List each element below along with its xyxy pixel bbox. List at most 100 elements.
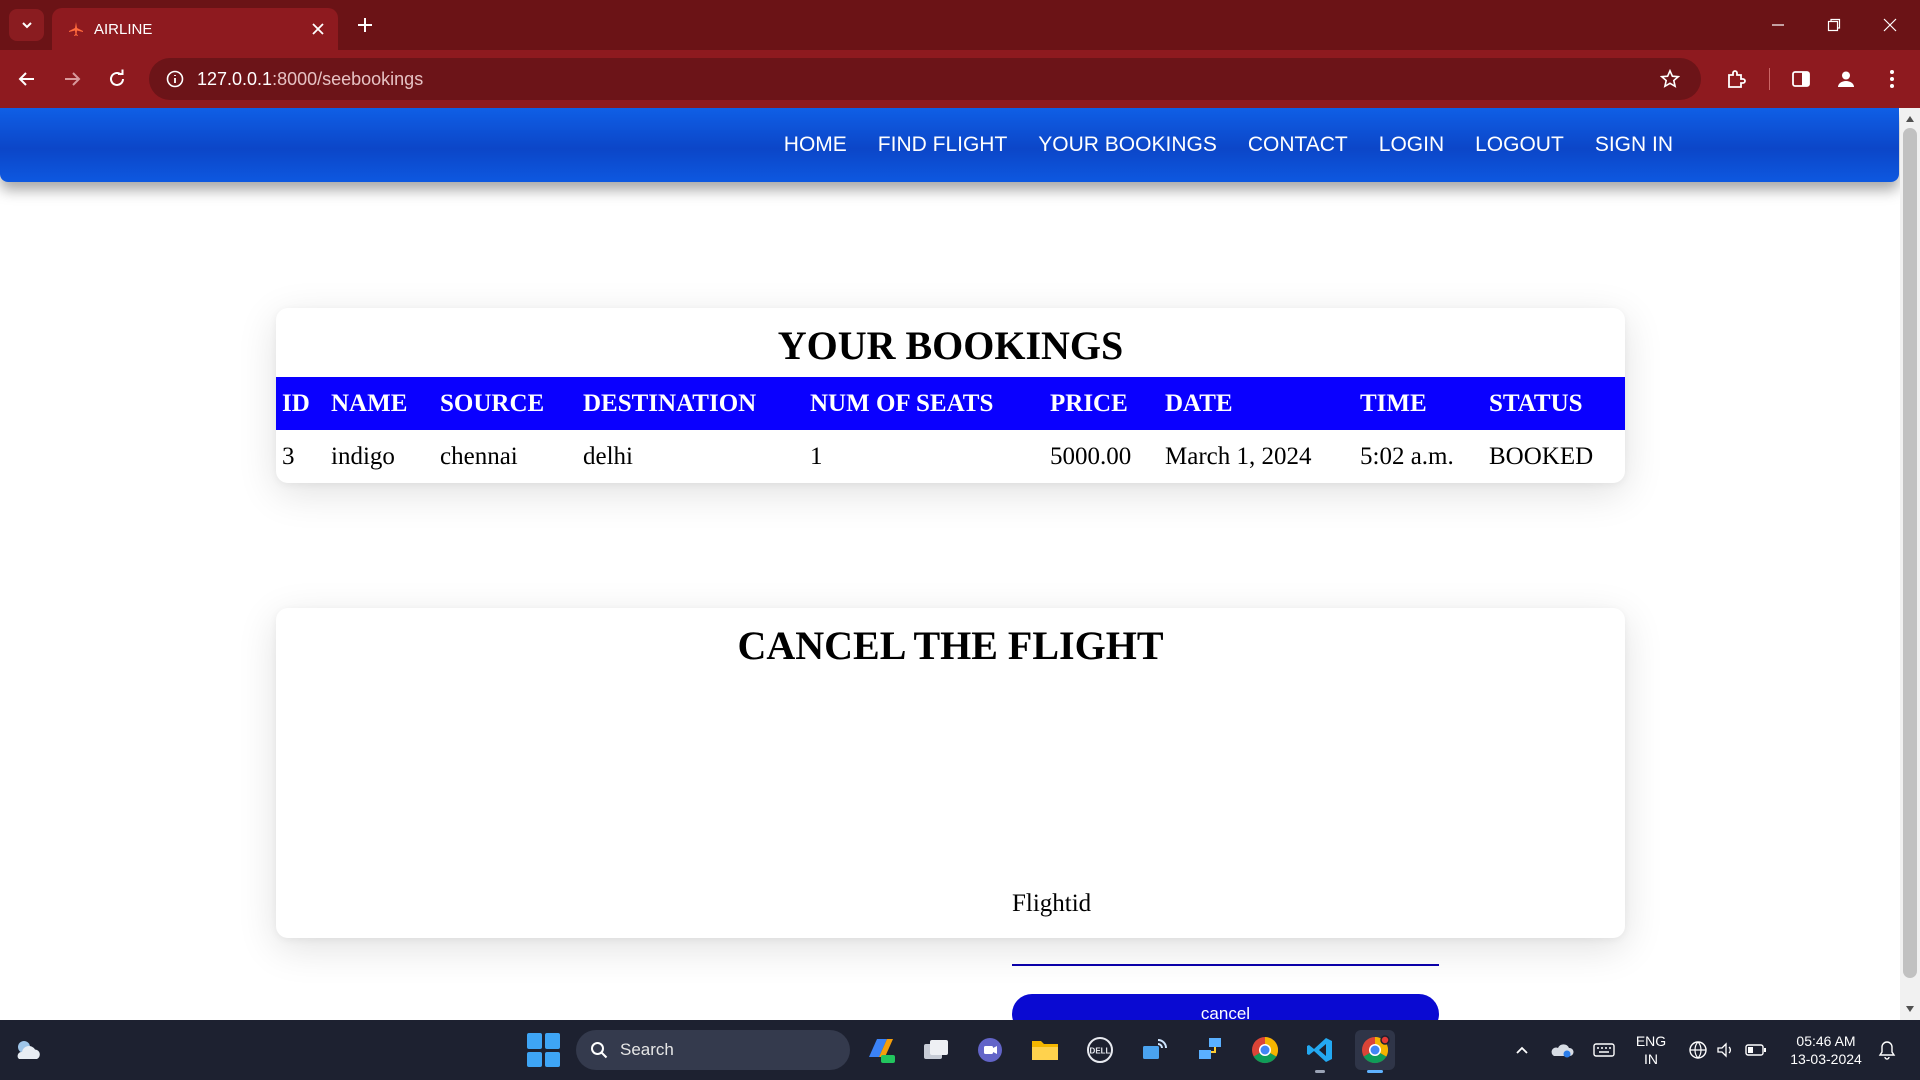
nav-logout[interactable]: LOGOUT: [1475, 133, 1564, 157]
minimize-window-button[interactable]: [1750, 0, 1806, 50]
tab-search-button[interactable]: [9, 9, 44, 41]
show-hidden-icons-chevron-icon[interactable]: [1508, 1036, 1536, 1064]
bookings-title: YOUR BOOKINGS: [777, 323, 1124, 368]
svg-text:DELL: DELL: [1090, 1047, 1111, 1056]
cell-status: BOOKED: [1489, 442, 1594, 470]
task-view-icon[interactable]: [916, 1030, 956, 1070]
cancel-flight-card: CANCEL THE FLIGHT Flightid cancel: [276, 608, 1625, 1020]
file-explorer-icon[interactable]: [1025, 1030, 1065, 1070]
taskbar: Search DELL ENG IN 05:46 AM 13-03-2024: [0, 1020, 1920, 1080]
remote-desktop-icon[interactable]: [1135, 1030, 1175, 1070]
column-header-status: STATUS: [1483, 377, 1625, 430]
onedrive-icon[interactable]: [1548, 1036, 1576, 1064]
cell-source: chennai: [440, 442, 518, 470]
extensions-button[interactable]: [1717, 60, 1755, 98]
cell-name: indigo: [331, 442, 395, 470]
cell-date: March 1, 2024: [1165, 442, 1312, 470]
windows-start-icon[interactable]: [527, 1033, 561, 1067]
page-scrollbar[interactable]: [1900, 108, 1920, 1020]
scroll-down-arrow-icon[interactable]: [1900, 1000, 1920, 1018]
side-panel-icon: [1792, 71, 1810, 87]
address-bar[interactable]: 127.0.0.1:8000/seebookings: [149, 58, 1701, 100]
battery-icon[interactable]: [1742, 1036, 1770, 1064]
column-header-source: SOURCE: [434, 377, 577, 430]
profile-button[interactable]: [1827, 60, 1865, 98]
browser-tab-bar: AIRLINE: [0, 0, 1920, 50]
region-code: IN: [1644, 1051, 1658, 1067]
kebab-menu-icon: [1890, 70, 1894, 88]
plus-icon: [358, 18, 372, 32]
copilot-app-icon[interactable]: [861, 1030, 901, 1070]
weather-widget-icon[interactable]: [12, 1034, 44, 1066]
running-indicator: [1315, 1070, 1325, 1073]
reload-button[interactable]: [98, 60, 136, 98]
cancel-button[interactable]: cancel: [1012, 994, 1439, 1020]
volume-icon[interactable]: [1712, 1036, 1740, 1064]
taskbar-search-box[interactable]: Search: [576, 1030, 850, 1070]
url-path: :8000/seebookings: [272, 68, 424, 89]
nav-contact[interactable]: CONTACT: [1248, 133, 1348, 157]
side-panel-button[interactable]: [1782, 60, 1820, 98]
cell-time: 5:02 a.m.: [1360, 442, 1454, 470]
bookmark-star-icon[interactable]: [1651, 60, 1689, 98]
keyboard-icon[interactable]: [1590, 1036, 1618, 1064]
site-info-icon[interactable]: [153, 58, 197, 100]
nav-home[interactable]: HOME: [784, 133, 847, 157]
bookings-table: ID NAME SOURCE DESTINATION NUM OF SEATS …: [276, 377, 1625, 483]
nav-sign-in[interactable]: SIGN IN: [1595, 133, 1673, 157]
network-app-icon[interactable]: [1190, 1030, 1230, 1070]
column-header-destination: DESTINATION: [577, 377, 804, 430]
table-header-row: ID NAME SOURCE DESTINATION NUM OF SEATS …: [276, 377, 1625, 430]
language-code: ENG: [1635, 1033, 1667, 1049]
vscode-app-icon[interactable]: [1300, 1030, 1340, 1073]
browser-tab[interactable]: AIRLINE: [52, 8, 338, 50]
column-header-price: PRICE: [1044, 377, 1159, 430]
airplane-favicon-icon: [68, 21, 84, 37]
new-tab-button[interactable]: [349, 9, 381, 41]
dell-app-icon[interactable]: DELL: [1080, 1030, 1120, 1070]
flightid-label: Flightid: [1012, 890, 1092, 917]
back-button[interactable]: [8, 60, 46, 98]
site-navbar: HOME FIND FLIGHT YOUR BOOKINGS CONTACT L…: [0, 108, 1899, 182]
nav-your-bookings[interactable]: YOUR BOOKINGS: [1038, 133, 1217, 157]
browser-menu-button[interactable]: [1873, 60, 1911, 98]
scroll-up-arrow-icon[interactable]: [1900, 110, 1920, 128]
flightid-input[interactable]: [1012, 916, 1439, 966]
browser-toolbar: 127.0.0.1:8000/seebookings: [0, 50, 1920, 108]
chrome-active-app-icon[interactable]: [1355, 1030, 1395, 1073]
restore-window-button[interactable]: [1806, 0, 1862, 50]
column-header-id: ID: [276, 377, 325, 430]
url-text: 127.0.0.1:8000/seebookings: [197, 69, 423, 90]
search-icon: [591, 1042, 608, 1059]
teams-chat-icon[interactable]: [970, 1030, 1010, 1070]
clock[interactable]: 05:46 AM 13-03-2024: [1780, 1032, 1872, 1068]
cell-num-of-seats: 1: [810, 442, 823, 470]
tab-title: AIRLINE: [94, 20, 153, 38]
nav-find-flight[interactable]: FIND FLIGHT: [878, 133, 1008, 157]
input-language-indicator[interactable]: ENG IN: [1628, 1032, 1674, 1068]
column-header-name: NAME: [325, 377, 434, 430]
cancel-title: CANCEL THE FLIGHT: [737, 623, 1164, 668]
notification-bell-icon[interactable]: [1873, 1036, 1901, 1064]
profile-icon: [1838, 71, 1854, 87]
running-indicator: [1367, 1070, 1383, 1073]
forward-button[interactable]: [53, 60, 91, 98]
nav-login[interactable]: LOGIN: [1379, 133, 1444, 157]
bookings-card: YOUR BOOKINGS ID NAME SOURCE DESTINATION…: [276, 308, 1625, 483]
arrow-left-icon: [18, 72, 34, 86]
cell-destination: delhi: [583, 442, 633, 470]
clock-time: 05:46 AM: [1796, 1033, 1856, 1049]
puzzle-icon: [1728, 70, 1746, 88]
network-globe-icon[interactable]: [1684, 1036, 1712, 1064]
chrome-app-icon[interactable]: [1245, 1030, 1285, 1070]
chevron-down-icon: [21, 22, 32, 29]
scrollbar-thumb[interactable]: [1903, 128, 1917, 978]
close-window-button[interactable]: [1862, 0, 1918, 50]
column-header-num-of-seats: NUM OF SEATS: [804, 377, 1044, 430]
page-viewport: HOME FIND FLIGHT YOUR BOOKINGS CONTACT L…: [0, 108, 1920, 1020]
toolbar-separator: [1769, 68, 1770, 90]
cell-id: 3: [282, 442, 295, 470]
column-header-time: TIME: [1354, 377, 1483, 430]
cell-price: 5000.00: [1050, 442, 1132, 470]
close-tab-icon[interactable]: [304, 15, 332, 43]
